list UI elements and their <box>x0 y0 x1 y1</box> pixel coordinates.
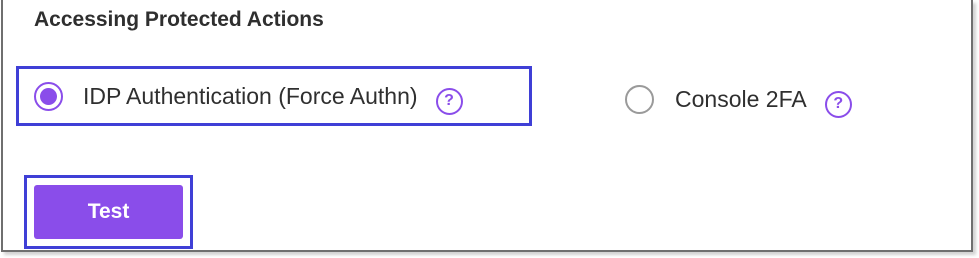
question-circle-icon[interactable]: ? <box>435 87 463 115</box>
option-idp-authentication[interactable]: IDP Authentication (Force Authn) ? <box>16 66 532 126</box>
protected-actions-panel: Accessing Protected Actions IDP Authenti… <box>1 0 973 252</box>
question-circle-icon[interactable]: ? <box>824 90 852 118</box>
option-console-2fa[interactable]: Console 2FA ? <box>625 82 852 118</box>
section-title: Accessing Protected Actions <box>34 8 324 31</box>
radio-unselected-icon[interactable] <box>625 84 654 114</box>
option-idp-label[interactable]: IDP Authentication (Force Authn) <box>83 83 418 110</box>
radio-dot <box>40 87 57 105</box>
test-button[interactable]: Test <box>34 185 183 239</box>
radio-selected-icon[interactable] <box>34 81 63 111</box>
test-button-highlight: Test <box>24 175 193 249</box>
option-console-label[interactable]: Console 2FA <box>675 86 807 113</box>
